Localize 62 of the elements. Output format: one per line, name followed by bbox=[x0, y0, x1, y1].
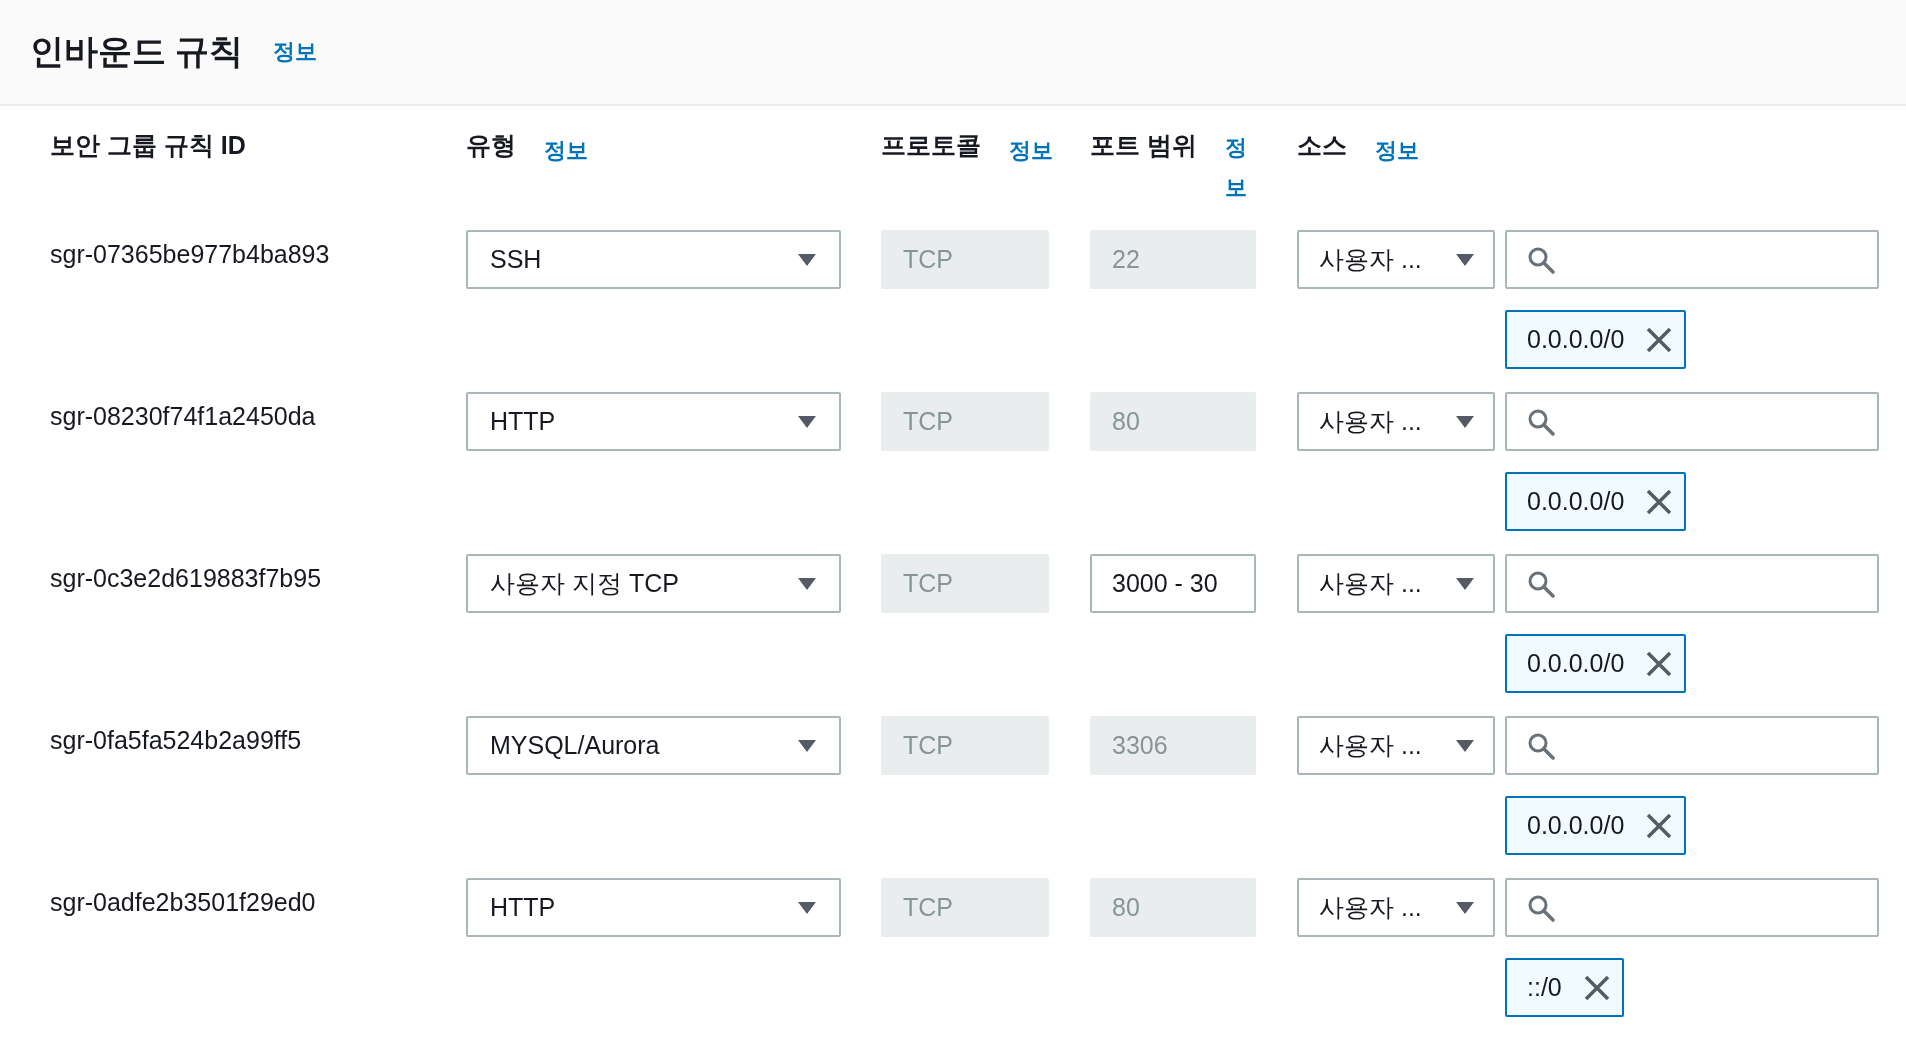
token-text: 0.0.0.0/0 bbox=[1527, 487, 1625, 516]
remove-token-button[interactable] bbox=[1646, 488, 1673, 515]
token-text: 0.0.0.0/0 bbox=[1527, 811, 1625, 840]
search-field[interactable] bbox=[1505, 230, 1879, 289]
info-link[interactable]: 정보 bbox=[1224, 128, 1256, 208]
column-header: 포트 범위 bbox=[1090, 130, 1197, 161]
search-icon bbox=[1527, 407, 1555, 436]
info-link[interactable]: 정보 bbox=[544, 134, 588, 168]
search-icon bbox=[1527, 569, 1555, 598]
source-dropdown[interactable]: 사용자 ... bbox=[1297, 392, 1495, 451]
search-icon bbox=[1527, 731, 1555, 760]
section-title: 인바운드 규칙 bbox=[30, 31, 244, 72]
remove-token-button[interactable] bbox=[1646, 650, 1673, 677]
search-field[interactable] bbox=[1505, 716, 1879, 775]
close-icon bbox=[1646, 326, 1673, 353]
search-icon bbox=[1527, 893, 1555, 922]
search-field[interactable] bbox=[1505, 878, 1879, 937]
column-header: 프로토콜 bbox=[881, 130, 981, 161]
caret-icon bbox=[1455, 900, 1475, 915]
source-dropdown[interactable]: 사용자 ... bbox=[1297, 230, 1495, 289]
type-dropdown[interactable]: HTTP bbox=[466, 392, 841, 451]
type-dropdown[interactable]: HTTP bbox=[466, 878, 841, 937]
token-text: 0.0.0.0/0 bbox=[1527, 325, 1625, 354]
close-icon bbox=[1583, 974, 1610, 1001]
info-link[interactable]: 정보 bbox=[273, 37, 318, 67]
close-icon bbox=[1646, 488, 1673, 515]
token-text: ::/0 bbox=[1527, 973, 1562, 1002]
port-range-field[interactable]: 3000 - 30 bbox=[1090, 554, 1256, 613]
rule-id: sgr-0fa5fa524b2a99ff5 bbox=[50, 725, 303, 756]
rule-id: sgr-0c3e2d619883f7b95 bbox=[50, 563, 323, 594]
caret-icon bbox=[1455, 738, 1475, 753]
source-dropdown[interactable]: 사용자 ... bbox=[1297, 878, 1495, 937]
close-icon bbox=[1646, 650, 1673, 677]
source-dropdown[interactable]: 사용자 ... bbox=[1297, 554, 1495, 613]
remove-token-button[interactable] bbox=[1646, 812, 1673, 839]
remove-token-button[interactable] bbox=[1583, 974, 1610, 1001]
rule-id: sgr-08230f74f1a2450da bbox=[50, 401, 317, 432]
caret-icon bbox=[797, 576, 817, 591]
caret-icon bbox=[1455, 252, 1475, 267]
type-dropdown[interactable]: 사용자 지정 TCP bbox=[466, 554, 841, 613]
search-field[interactable] bbox=[1505, 554, 1879, 613]
type-dropdown[interactable]: MYSQL/Aurora bbox=[466, 716, 841, 775]
close-icon bbox=[1646, 812, 1673, 839]
caret-icon bbox=[1455, 576, 1475, 591]
search-icon bbox=[1527, 245, 1555, 274]
caret-icon bbox=[797, 414, 817, 429]
caret-icon bbox=[797, 900, 817, 915]
column-header: 보안 그룹 규칙 ID bbox=[50, 130, 246, 161]
rule-id: sgr-07365be977b4ba893 bbox=[50, 239, 331, 270]
type-dropdown[interactable]: SSH bbox=[466, 230, 841, 289]
search-field[interactable] bbox=[1505, 392, 1879, 451]
token-text: 0.0.0.0/0 bbox=[1527, 649, 1625, 678]
column-header: 유형 bbox=[466, 130, 516, 161]
caret-icon bbox=[797, 252, 817, 267]
caret-icon bbox=[797, 738, 817, 753]
remove-token-button[interactable] bbox=[1646, 326, 1673, 353]
caret-icon bbox=[1455, 414, 1475, 429]
column-header: 소스 bbox=[1297, 130, 1347, 161]
info-link[interactable]: 정보 bbox=[1009, 134, 1053, 168]
source-dropdown[interactable]: 사용자 ... bbox=[1297, 716, 1495, 775]
info-link[interactable]: 정보 bbox=[1375, 134, 1419, 168]
rule-id: sgr-0adfe2b3501f29ed0 bbox=[50, 887, 317, 918]
